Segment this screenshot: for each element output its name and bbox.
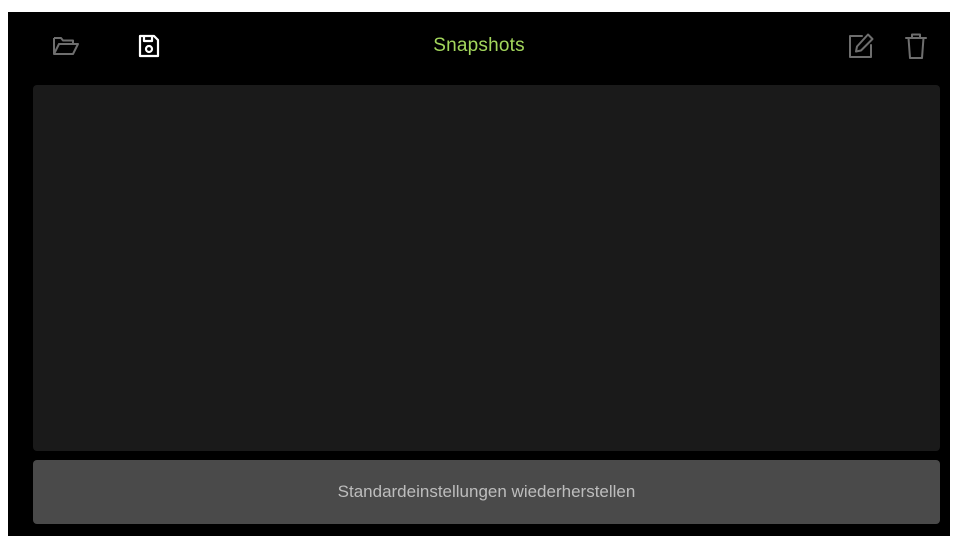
page-title: Snapshots <box>433 35 525 56</box>
snapshot-list[interactable] <box>33 85 940 451</box>
header-bar: Snapshots <box>8 12 950 80</box>
edit-snapshot-button[interactable] <box>846 31 876 61</box>
delete-snapshot-button[interactable] <box>901 31 931 61</box>
edit-icon <box>849 33 874 58</box>
trash-icon <box>905 33 927 59</box>
restore-defaults-button[interactable]: Standardeinstellungen wiederherstellen <box>33 460 940 524</box>
snapshots-screen: Snapshots Standardeinstellungen wiederhe… <box>8 12 950 536</box>
